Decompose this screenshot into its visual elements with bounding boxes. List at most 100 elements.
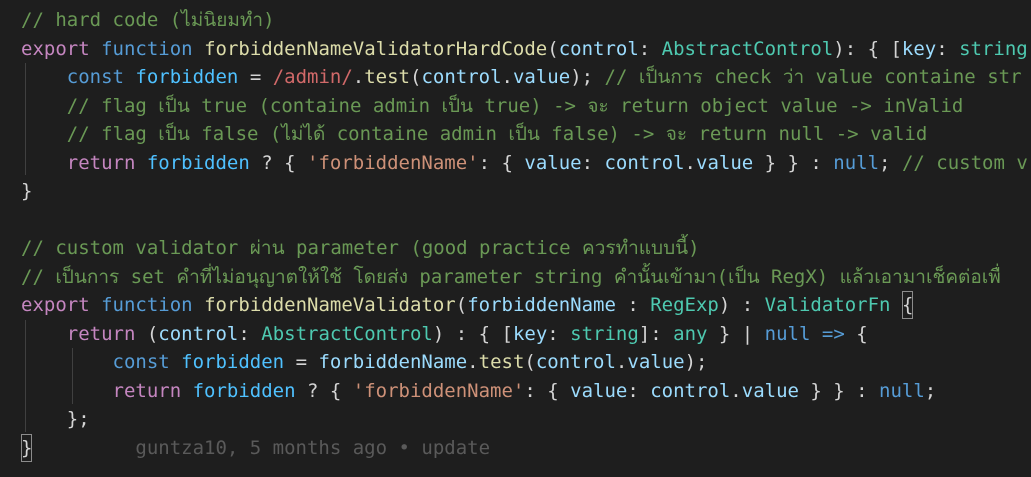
code-token: value (524, 151, 582, 174)
code-token: string (570, 322, 639, 345)
code-token: control (650, 379, 731, 402)
code-line[interactable]: const forbidden = /admin/.test(control.v… (21, 63, 1022, 91)
code-token: /admin/ (272, 66, 353, 88)
matched-bracket: } (21, 433, 33, 462)
code-token: ( (455, 294, 468, 316)
code-line[interactable]: return forbidden ? { 'forbiddenName': { … (21, 149, 1028, 177)
code-token: ? { (249, 151, 308, 174)
code-token: // flag เป็น true (containe admin เป็น t… (66, 94, 964, 117)
code-token: forbidden (181, 351, 285, 373)
code-token: value (741, 379, 799, 402)
code-line[interactable]: // เป็นการ set คำที่ไม่อนุญาตให้ใช้ โดยส… (21, 263, 1001, 291)
code-token: forbiddenNameValidatorHardCode (204, 37, 548, 60)
code-token: control (421, 66, 502, 88)
code-token: control (535, 351, 616, 373)
code-token: return (112, 379, 182, 402)
code-token: 'forbiddenName' (307, 151, 479, 174)
code-token: ( (524, 351, 536, 373)
code-token: { (844, 322, 868, 345)
code-token: function (101, 37, 193, 60)
code-token: null (764, 322, 811, 345)
code-token: } | (707, 322, 765, 345)
code-token: ValidatorFn (764, 294, 891, 316)
code-token: // custom validator ผ่าน parameter (good… (21, 237, 700, 259)
code-token: value (570, 379, 628, 402)
code-token: . (501, 66, 513, 88)
code-token: ( (135, 322, 159, 345)
code-token: ( (410, 66, 422, 88)
code-line[interactable]: const forbidden = forbiddenName.test(con… (21, 348, 708, 376)
code-token: AbstractControl (661, 37, 834, 60)
code-token: = (284, 351, 319, 373)
code-token: . (730, 379, 742, 402)
matched-bracket: { (901, 291, 914, 319)
code-token: value (627, 351, 685, 373)
code-token: . (352, 66, 365, 88)
git-blame-annotation: guntza10, 5 months ago • update (135, 436, 491, 459)
code-token: } } : (753, 151, 834, 174)
code-token: : (547, 322, 571, 345)
code-line[interactable]: // custom validator ผ่าน parameter (good… (21, 234, 700, 262)
code-token: return (66, 151, 136, 174)
code-token: ): { [ (833, 37, 902, 60)
code-token: : (615, 294, 651, 316)
code-token: const (66, 66, 124, 88)
code-line[interactable]: export function forbiddenNameValidator(f… (21, 291, 914, 319)
code-token: ); (570, 66, 605, 88)
code-token: . (615, 351, 628, 373)
code-token: ( (547, 37, 559, 60)
code-token: : (627, 379, 651, 402)
code-token: } (21, 180, 33, 202)
code-token: ) : (718, 294, 765, 316)
code-token: forbiddenNameValidator (204, 294, 456, 316)
code-token: value (512, 66, 571, 88)
code-line[interactable]: // flag เป็น true (containe admin เป็น t… (21, 92, 964, 120)
code-line[interactable]: } (21, 177, 32, 205)
code-line[interactable]: return (control: AbstractControl) : { [k… (21, 320, 868, 348)
code-token: key (512, 322, 548, 345)
code-token: control (604, 151, 685, 174)
code-editor[interactable]: // hard code (ไม่นิยมทำ) export function … (0, 0, 1031, 477)
code-line[interactable]: } guntza10, 5 months ago • update (21, 433, 491, 462)
code-token: key (901, 37, 937, 60)
code-token: null (879, 379, 925, 402)
code-token: test (478, 351, 525, 373)
code-line[interactable]: // flag เป็น false (ไม่ได้ containe admi… (21, 120, 928, 148)
code-line[interactable]: export function forbiddenNameValidatorHa… (21, 35, 1028, 63)
code-token: return (66, 322, 136, 345)
code-token: export (21, 37, 90, 60)
code-token: control (558, 37, 639, 60)
code-token: const (112, 351, 170, 373)
code-token: forbidden (135, 66, 239, 88)
code-token: ) : { [ (432, 322, 513, 345)
code-token: // hard code (ไม่นิยมทำ) (21, 9, 275, 31)
code-token: : (581, 151, 605, 174)
code-token: forbidden (146, 151, 250, 174)
code-token: }; (66, 408, 90, 430)
code-token: : (238, 322, 262, 345)
code-token: . (684, 151, 696, 174)
code-line[interactable]: }; (21, 405, 90, 433)
code-token: export (21, 294, 90, 316)
code-token: => (821, 322, 845, 345)
code-token: string (959, 37, 1028, 60)
code-token: value (696, 151, 754, 174)
code-token: ); (684, 351, 708, 373)
code-token: ]: (638, 322, 674, 345)
code-token: : { (478, 151, 525, 174)
code-line[interactable]: // hard code (ไม่นิยมทำ) (21, 6, 275, 34)
code-line[interactable]: return forbidden ? { 'forbiddenName': { … (21, 377, 937, 405)
